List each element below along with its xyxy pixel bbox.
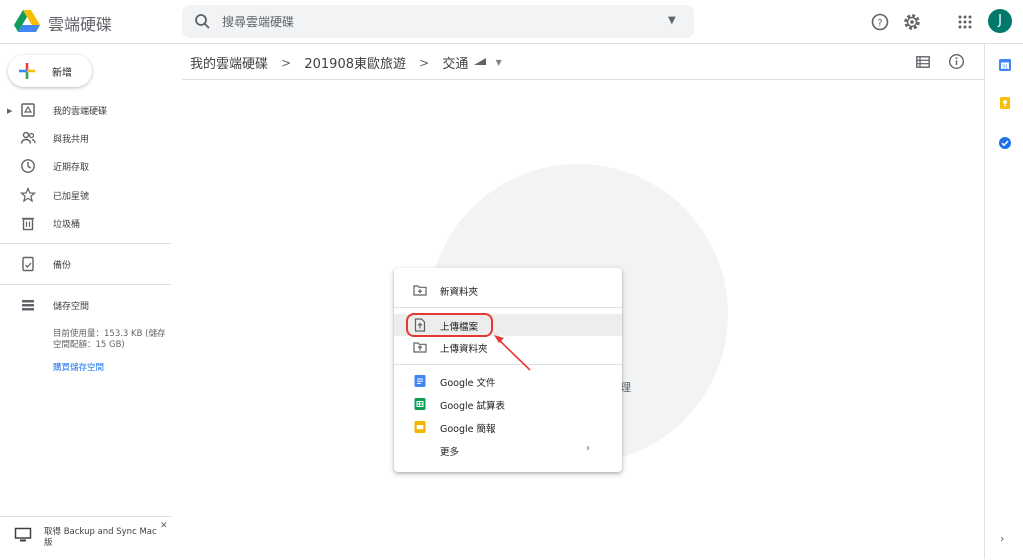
menu-item-label: 新資料夾 — [440, 287, 479, 298]
sidebar-item-my-drive[interactable]: 我的雲端硬碟 — [0, 98, 171, 124]
search-options-caret-icon[interactable]: ▼ — [668, 15, 676, 26]
search-box[interactable]: ▼ — [182, 5, 694, 38]
sidebar-item-starred[interactable]: 已加星號 — [0, 183, 171, 209]
buy-storage-link[interactable]: 購買儲存空間 — [53, 361, 104, 373]
keep-icon[interactable] — [998, 96, 1012, 110]
my-drive-icon — [21, 103, 35, 117]
new-folder-icon — [413, 285, 427, 296]
highlight-annotation — [406, 313, 493, 337]
help-icon[interactable]: ? — [870, 12, 890, 32]
settings-gear-icon[interactable] — [902, 12, 922, 32]
shared-folder-icon — [473, 58, 486, 65]
breadcrumb-current[interactable]: 交通 — [442, 53, 468, 72]
top-header: 雲端硬碟 ▼ ? J — [0, 0, 1023, 44]
sidebar-item-label: 近期存取 — [53, 163, 90, 173]
trash-icon — [22, 217, 34, 231]
search-input[interactable] — [222, 5, 642, 38]
calendar-icon[interactable]: 31 — [998, 58, 1012, 72]
menu-item-more[interactable]: 更多 › — [394, 439, 622, 461]
breadcrumb-root[interactable]: 我的雲端硬碟 — [190, 53, 268, 72]
breadcrumb: 我的雲端硬碟 > 201908東歐旅遊 > 交通 ▼ — [190, 53, 502, 73]
chevron-right-icon: > — [281, 55, 292, 70]
chevron-right-icon: > — [419, 55, 430, 70]
folder-upload-icon — [413, 342, 427, 353]
menu-item-label: Google 文件 — [440, 378, 496, 389]
backup-banner-text: 取得 Backup and Sync Mac 版 — [44, 527, 157, 548]
menu-item-label: 更多 — [440, 447, 460, 458]
sidebar-item-storage[interactable]: 儲存空間 — [0, 293, 171, 319]
menu-item-new-folder[interactable]: 新資料夾 — [394, 279, 622, 301]
menu-item-google-slides[interactable]: Google 簡報 — [394, 416, 622, 438]
app-title[interactable]: 雲端硬碟 — [48, 11, 112, 35]
svg-text:?: ? — [877, 18, 882, 29]
menu-item-label: Google 試算表 — [440, 401, 506, 412]
side-apps-panel: 31 — [984, 44, 1023, 559]
chevron-down-icon[interactable]: ▼ — [496, 58, 502, 67]
search-icon[interactable] — [194, 13, 211, 30]
info-icon[interactable] — [948, 53, 965, 70]
sidebar-item-label: 備份 — [53, 261, 72, 271]
close-icon[interactable]: ✕ — [160, 521, 168, 531]
annotation-arrow-icon — [494, 335, 531, 371]
menu-item-label: 上傳資料夾 — [440, 344, 488, 355]
storage-icon — [22, 300, 34, 311]
sidebar-item-shared[interactable]: 與我共用 — [0, 126, 171, 152]
sidebar-item-recent[interactable]: 近期存取 — [0, 154, 171, 180]
google-drive-logo-icon[interactable] — [14, 9, 40, 33]
sidebar-divider — [0, 243, 171, 244]
sidebar-item-backups[interactable]: 備份 — [0, 252, 171, 278]
shared-people-icon — [20, 131, 36, 144]
new-button[interactable]: 新增 — [8, 55, 92, 87]
clock-icon — [21, 159, 35, 173]
sidebar-item-label: 垃圾桶 — [53, 220, 81, 230]
apps-grid-icon[interactable] — [955, 12, 975, 32]
star-icon — [20, 187, 36, 203]
google-sheets-icon — [414, 398, 426, 410]
plus-icon — [19, 63, 35, 79]
storage-quota-line: 空間配額：15 GB) — [53, 340, 125, 350]
google-slides-icon — [414, 421, 426, 433]
backup-sync-banner[interactable]: 取得 Backup and Sync Mac 版 ✕ — [0, 516, 172, 560]
more-chevron-icon: › — [586, 443, 590, 454]
breadcrumb-folder[interactable]: 201908東歐旅遊 — [304, 53, 406, 72]
list-view-icon[interactable] — [916, 56, 930, 68]
sidebar-item-label: 與我共用 — [53, 135, 90, 145]
menu-divider — [394, 307, 622, 308]
computer-monitor-icon — [14, 527, 32, 542]
sidebar-item-label: 我的雲端硬碟 — [53, 107, 108, 117]
storage-usage-line: 目前使用量：153.3 KB (儲存 — [53, 329, 166, 339]
sidebar-divider — [0, 284, 171, 285]
storage-usage-text: 目前使用量：153.3 KB (儲存 空間配額：15 GB) — [53, 329, 171, 351]
account-avatar[interactable]: J — [988, 9, 1012, 33]
new-button-label: 新增 — [52, 68, 72, 79]
tasks-icon[interactable] — [998, 136, 1012, 150]
menu-item-google-sheets[interactable]: Google 試算表 — [394, 393, 622, 415]
side-panel-toggle-icon[interactable]: › — [1000, 532, 1004, 545]
content-divider — [182, 79, 984, 80]
backup-icon — [22, 256, 34, 272]
sidebar-item-label: 已加星號 — [53, 192, 90, 202]
sidebar-item-trash[interactable]: 垃圾桶 — [0, 211, 171, 237]
sidebar-item-label: 儲存空間 — [53, 302, 90, 312]
google-docs-icon — [414, 375, 426, 387]
svg-text:31: 31 — [1002, 64, 1008, 70]
menu-item-label: Google 簡報 — [440, 424, 496, 435]
